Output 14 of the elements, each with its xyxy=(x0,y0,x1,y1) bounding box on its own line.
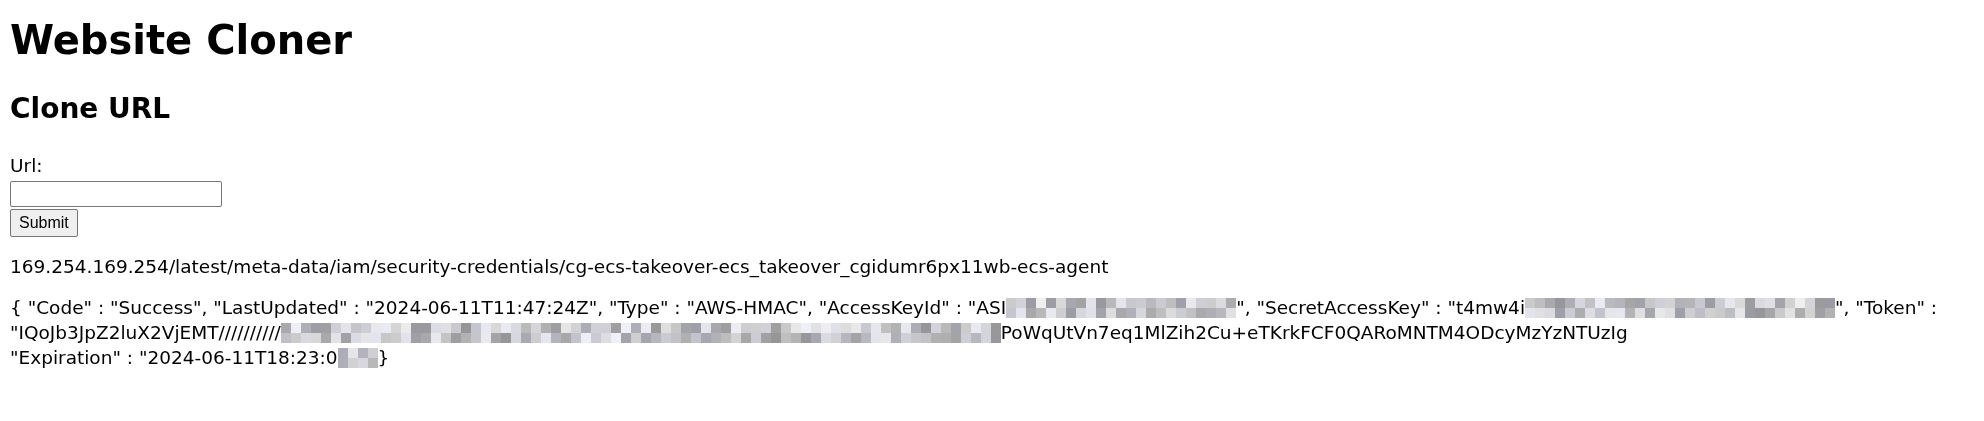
response-text: PoWqUtVn7eq1MlZih2Cu+eTKrkFCF0QARoMNTM4ODcyMzYzNTUzIg xyxy=(1000,321,1628,346)
section-heading: Clone URL xyxy=(10,92,172,126)
response-text: } xyxy=(377,346,390,371)
url-label: Url: xyxy=(10,153,44,178)
response-text: "Expiration" : "2024-06-11T18:23:0 xyxy=(10,346,338,371)
credentials-path: 169.254.169.254/latest/meta-data/iam/security-credentials/cg-ecs-takeover-ecs_takeover_cgidumr6px11wb-ecs-agent xyxy=(10,255,1110,280)
response-text: { "Code" : "Success", "LastUpdated" : "2024-06-11T11:47:24Z", "Type" : "AWS-HMAC", "AccessKeyId" : "ASI xyxy=(10,296,1007,321)
response-text: ", "Token" : xyxy=(1835,296,1938,321)
response-text: ", "SecretAccessKey" : "t4mw4i xyxy=(1236,296,1526,321)
url-input[interactable] xyxy=(10,181,222,208)
page-title: Website Cloner xyxy=(10,16,354,64)
redaction-blur xyxy=(337,347,378,368)
response-text: "IQoJb3JpZ2luX2VjEMT////////// xyxy=(10,321,281,346)
submit-button[interactable]: Submit xyxy=(10,209,78,238)
